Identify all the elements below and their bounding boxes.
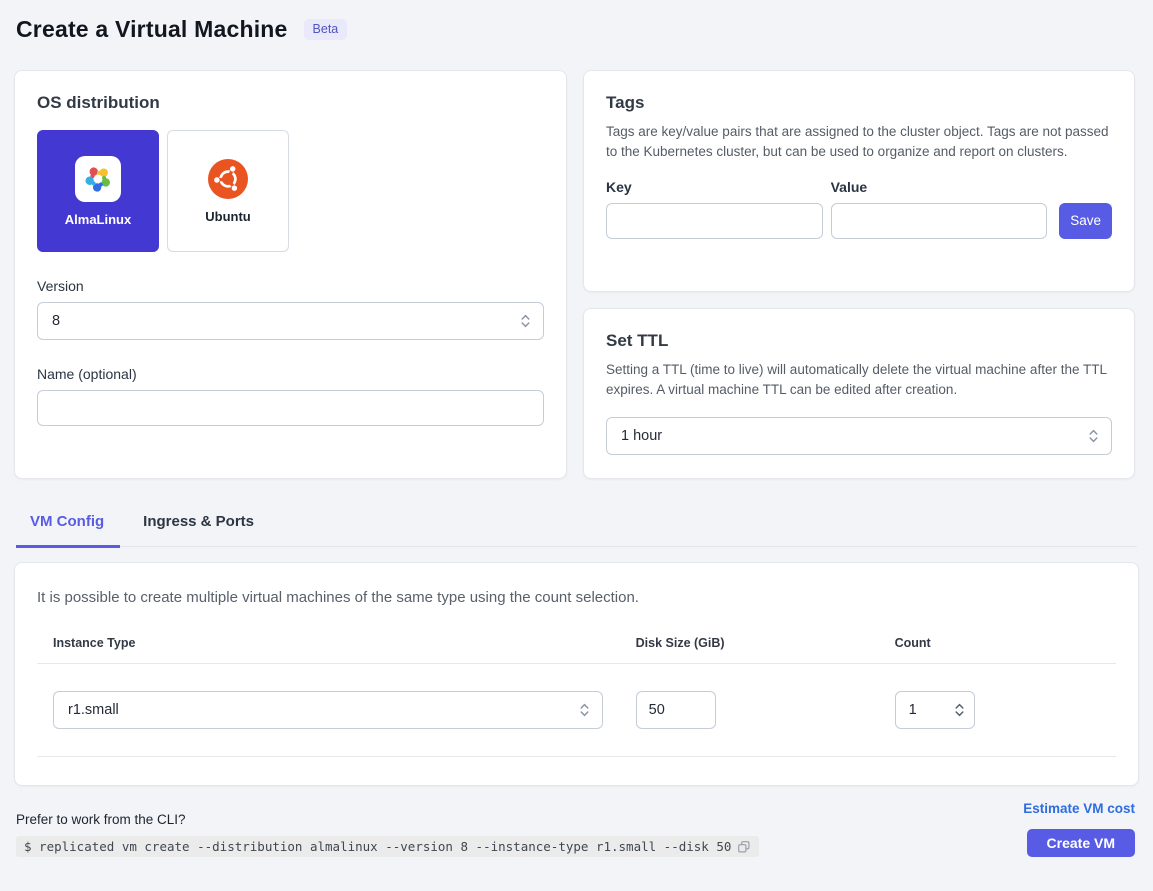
count-value: 1 bbox=[909, 702, 917, 718]
vm-config-intro: It is possible to create multiple virtua… bbox=[37, 589, 1116, 606]
tags-heading: Tags bbox=[606, 93, 1112, 113]
chevron-up-down-icon bbox=[579, 702, 590, 718]
os-option-almalinux[interactable]: AlmaLinux bbox=[37, 130, 159, 252]
tag-value-label: Value bbox=[831, 179, 1048, 195]
top-grid: OS distribution AlmaLinux bbox=[14, 70, 1139, 479]
table-header-row: Instance Type Disk Size (GiB) Count bbox=[37, 636, 1116, 664]
estimate-vm-cost-link[interactable]: Estimate VM cost bbox=[1023, 801, 1135, 816]
os-option-ubuntu[interactable]: Ubuntu bbox=[167, 130, 289, 252]
tag-value-input[interactable] bbox=[831, 203, 1048, 239]
os-tiles: AlmaLinux Ub bbox=[37, 130, 544, 252]
tab-ingress-ports[interactable]: Ingress & Ports bbox=[129, 507, 270, 548]
column-header-instance-type: Instance Type bbox=[37, 636, 620, 650]
set-ttl-card: Set TTL Setting a TTL (time to live) wil… bbox=[583, 308, 1135, 479]
tags-card: Tags Tags are key/value pairs that are a… bbox=[583, 70, 1135, 292]
ttl-select[interactable]: 1 hour bbox=[606, 417, 1112, 455]
os-distribution-heading: OS distribution bbox=[37, 93, 544, 113]
os-option-label: Ubuntu bbox=[205, 209, 250, 224]
version-select[interactable]: 8 bbox=[37, 302, 544, 340]
column-header-count: Count bbox=[879, 636, 1116, 650]
vm-config-card: It is possible to create multiple virtua… bbox=[14, 562, 1139, 786]
ttl-description: Setting a TTL (time to live) will automa… bbox=[606, 360, 1112, 401]
tag-key-input[interactable] bbox=[606, 203, 823, 239]
count-stepper[interactable]: 1 bbox=[895, 691, 975, 729]
chevron-up-down-icon bbox=[954, 702, 965, 718]
page-footer: Prefer to work from the CLI? $ replicate… bbox=[16, 801, 1135, 857]
tags-description: Tags are key/value pairs that are assign… bbox=[606, 122, 1112, 163]
save-tag-button[interactable]: Save bbox=[1059, 203, 1112, 239]
column-header-disk-size: Disk Size (GiB) bbox=[620, 636, 879, 650]
cli-command-text: $ replicated vm create --distribution al… bbox=[24, 839, 731, 854]
page-header: Create a Virtual Machine Beta bbox=[0, 0, 1153, 43]
os-distribution-card: OS distribution AlmaLinux bbox=[14, 70, 567, 479]
ttl-select-value: 1 hour bbox=[621, 428, 662, 444]
set-ttl-heading: Set TTL bbox=[606, 331, 1112, 351]
tab-vm-config[interactable]: VM Config bbox=[16, 507, 120, 548]
cli-command: $ replicated vm create --distribution al… bbox=[16, 836, 759, 857]
actions-section: Estimate VM cost Create VM bbox=[1023, 801, 1135, 857]
page-title: Create a Virtual Machine bbox=[16, 16, 288, 43]
version-label: Version bbox=[37, 278, 544, 294]
tag-entry-row: Key Value Save bbox=[606, 179, 1112, 239]
copy-icon[interactable] bbox=[737, 840, 751, 854]
instance-type-value: r1.small bbox=[68, 702, 119, 718]
disk-size-input[interactable] bbox=[636, 691, 716, 729]
os-option-label: AlmaLinux bbox=[65, 212, 131, 227]
config-tabs: VM Config Ingress & Ports bbox=[16, 507, 1137, 547]
chevron-up-down-icon bbox=[1088, 428, 1099, 444]
cli-label: Prefer to work from the CLI? bbox=[16, 812, 759, 827]
version-select-value: 8 bbox=[52, 313, 60, 329]
chevron-up-down-icon bbox=[520, 313, 531, 329]
create-vm-page: Create a Virtual Machine Beta OS distrib… bbox=[0, 0, 1153, 891]
name-input[interactable] bbox=[37, 390, 544, 426]
table-row: r1.small 1 bbox=[37, 664, 1116, 757]
create-vm-button[interactable]: Create VM bbox=[1027, 829, 1135, 857]
right-column: Tags Tags are key/value pairs that are a… bbox=[583, 70, 1135, 479]
instance-type-select[interactable]: r1.small bbox=[53, 691, 603, 729]
cli-section: Prefer to work from the CLI? $ replicate… bbox=[16, 812, 759, 857]
beta-badge: Beta bbox=[304, 19, 348, 40]
name-label: Name (optional) bbox=[37, 366, 544, 382]
tag-key-label: Key bbox=[606, 179, 823, 195]
ubuntu-icon bbox=[208, 159, 248, 199]
almalinux-icon bbox=[75, 156, 121, 202]
